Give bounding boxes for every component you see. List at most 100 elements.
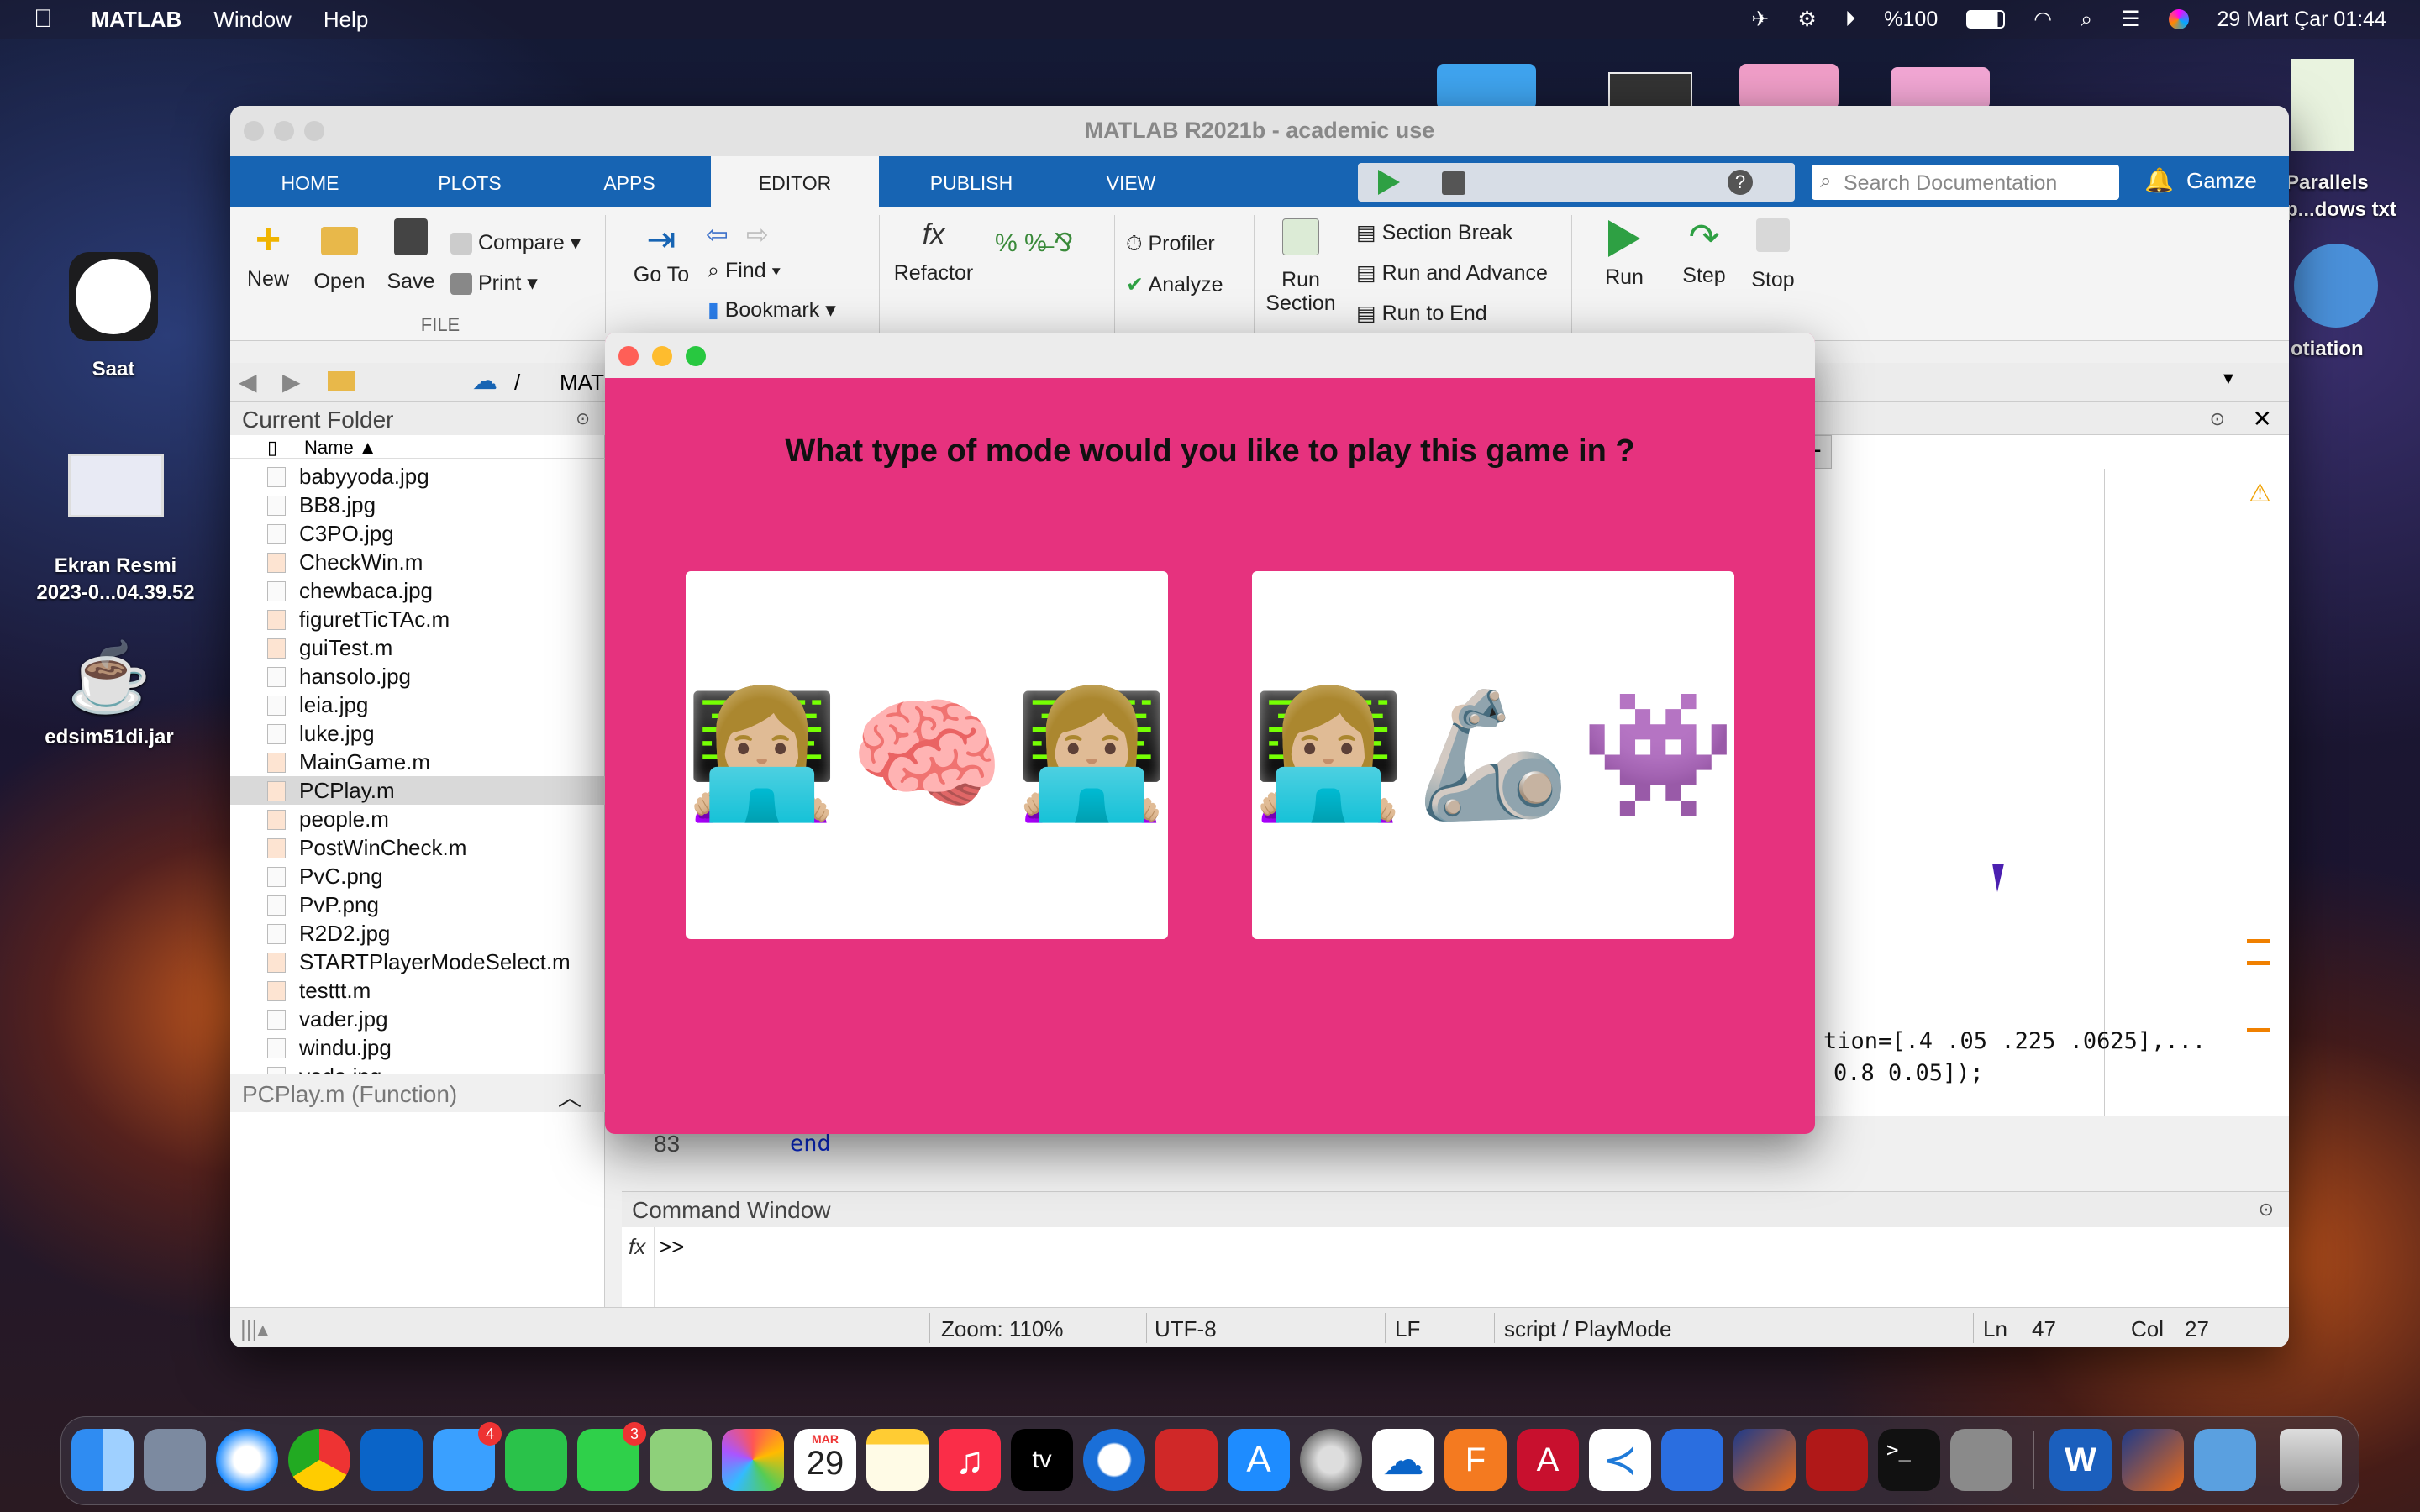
wifi-icon[interactable]: ◠ bbox=[2033, 7, 2052, 32]
chevron-up-icon[interactable]: ︿ bbox=[558, 1079, 581, 1113]
warning-marker[interactable] bbox=[2247, 939, 2270, 943]
run-advance-button[interactable]: ▤ Run and Advance bbox=[1356, 260, 1548, 286]
file-list-item[interactable]: PvP.png bbox=[230, 890, 605, 919]
settings-icon[interactable]: ⚙ bbox=[1797, 7, 1816, 32]
folder-up-icon[interactable] bbox=[328, 371, 355, 391]
parallels-icon[interactable] bbox=[1806, 1429, 1868, 1491]
airplane-icon[interactable]: ✈ bbox=[1751, 7, 1769, 32]
refactor-button[interactable]: fx Refactor bbox=[887, 218, 980, 286]
desktop-folder-pink-2[interactable] bbox=[1891, 67, 1990, 109]
details-bar[interactable]: PCPlay.m (Function) ︿ bbox=[230, 1074, 605, 1112]
help-icon[interactable]: ? bbox=[1728, 170, 1753, 195]
apple-icon[interactable]:  bbox=[34, 5, 53, 34]
file-list-item[interactable]: MainGame.m bbox=[230, 748, 605, 776]
back-icon[interactable]: ◀ bbox=[239, 368, 257, 396]
panel-menu-icon[interactable]: ⊙ bbox=[2210, 408, 2225, 430]
mail-icon[interactable]: 4 bbox=[433, 1422, 502, 1491]
panel-menu-icon[interactable]: ⊙ bbox=[2259, 1199, 2274, 1221]
name-column-header[interactable]: ▯ Name ▲ bbox=[230, 435, 605, 459]
battery-icon[interactable] bbox=[1966, 10, 2006, 29]
file-list-item[interactable]: figuretTicTAc.m bbox=[230, 605, 605, 633]
close-button[interactable] bbox=[244, 121, 264, 141]
minimize-button[interactable] bbox=[274, 121, 294, 141]
system-preferences-icon[interactable] bbox=[1300, 1429, 1362, 1491]
desktop-icon-parallels[interactable]: Parallels p...dows txt bbox=[2282, 59, 2420, 223]
tab-editor[interactable]: EDITOR bbox=[711, 156, 879, 207]
finder-icon[interactable] bbox=[71, 1429, 134, 1491]
warning-icon[interactable]: ⚠ bbox=[2249, 479, 2271, 508]
zoom-button[interactable] bbox=[304, 121, 324, 141]
command-prompt[interactable]: >> bbox=[659, 1234, 684, 1260]
desktop-icon-clock[interactable]: Saat bbox=[59, 252, 168, 381]
save-button[interactable]: Save bbox=[381, 218, 440, 294]
calendar-icon[interactable]: MAR 29 bbox=[794, 1429, 856, 1491]
new-button[interactable]: + New bbox=[239, 218, 297, 291]
compare-button[interactable]: Compare ▾ bbox=[450, 230, 581, 255]
preview-icon[interactable] bbox=[2194, 1429, 2256, 1491]
step-button[interactable]: ↷ Step bbox=[1670, 218, 1738, 288]
run-to-end-button[interactable]: ▤ Run to End bbox=[1356, 301, 1487, 326]
fusion360-icon[interactable]: F bbox=[1444, 1429, 1507, 1491]
file-list-item[interactable]: windu.jpg bbox=[230, 1033, 605, 1062]
stop-button[interactable]: Stop bbox=[1743, 218, 1803, 292]
command-window[interactable]: Command Window ⊙ fx >> bbox=[622, 1191, 2289, 1310]
play-icon[interactable]: ⏵ bbox=[1845, 8, 1856, 32]
desktop-icon-jar[interactable]: ☕ edsim51di.jar bbox=[34, 638, 185, 749]
bookmark-button[interactable]: ▮ Bookmark ▾ bbox=[708, 297, 836, 323]
file-list-item[interactable]: luke.jpg bbox=[230, 719, 605, 748]
outlook-icon[interactable] bbox=[360, 1429, 423, 1491]
fx-icon[interactable]: fx bbox=[629, 1234, 645, 1260]
search-icon[interactable]: ⌕ bbox=[2081, 8, 2092, 32]
user-menu[interactable]: Gamze bbox=[2186, 168, 2257, 194]
word-icon[interactable]: W bbox=[2049, 1429, 2112, 1491]
tab-publish[interactable]: PUBLISH bbox=[879, 156, 1064, 207]
file-list-item[interactable]: C3PO.jpg bbox=[230, 519, 605, 548]
desktop-icon-negotiation[interactable]: otiation bbox=[2282, 244, 2420, 361]
menu-window[interactable]: Window bbox=[213, 7, 291, 33]
trash-icon[interactable] bbox=[2280, 1429, 2342, 1491]
tab-view[interactable]: VIEW bbox=[1064, 156, 1198, 207]
path-dropdown-icon[interactable]: ▼ bbox=[2220, 370, 2237, 389]
photos-icon[interactable] bbox=[722, 1429, 784, 1491]
path-segment[interactable]: MAT bbox=[560, 370, 604, 396]
analyze-button[interactable]: ✔ Analyze bbox=[1126, 272, 1223, 297]
menu-app-name[interactable]: MATLAB bbox=[92, 7, 182, 33]
file-list-item[interactable]: BB8.jpg bbox=[230, 491, 605, 519]
warning-marker[interactable] bbox=[2247, 961, 2270, 965]
desktop-screenshot-thumb[interactable] bbox=[1608, 72, 1692, 109]
file-list-item[interactable]: PCPlay.m bbox=[230, 776, 605, 805]
music-icon[interactable]: ♫ bbox=[939, 1429, 1001, 1491]
back-arrow-icon[interactable]: ⇦ bbox=[706, 218, 729, 250]
quicktime-icon[interactable] bbox=[1083, 1429, 1145, 1491]
matlab-icon[interactable] bbox=[1733, 1429, 1796, 1491]
clock-text[interactable]: 29 Mart Çar 01:44 bbox=[2217, 8, 2387, 32]
player-vs-player-button[interactable]: 👩🏼‍💻 🧠 👩🏼‍💻 bbox=[685, 571, 1169, 939]
file-list-item[interactable]: R2D2.jpg bbox=[230, 919, 605, 948]
notes-icon[interactable] bbox=[866, 1429, 929, 1491]
code-line-2[interactable]: 0.8 0.05]); bbox=[1833, 1060, 1984, 1086]
desktop-folder-pink[interactable] bbox=[1739, 64, 1839, 109]
tab-apps[interactable]: APPS bbox=[550, 156, 709, 207]
code-line-1[interactable]: tion=[.4 .05 .225 .0625],... bbox=[1823, 1028, 2206, 1054]
launchpad-icon[interactable] bbox=[144, 1429, 206, 1491]
open-button[interactable]: Open bbox=[308, 218, 371, 294]
bell-icon[interactable]: 🔔 bbox=[2144, 166, 2174, 194]
cloud-icon[interactable]: ☁ bbox=[472, 366, 497, 396]
dialog-titlebar[interactable] bbox=[605, 333, 1815, 378]
facetime-icon[interactable] bbox=[505, 1429, 567, 1491]
photo-booth-icon[interactable] bbox=[1155, 1429, 1218, 1491]
run-section-button[interactable]: Run Section bbox=[1257, 218, 1344, 315]
control-center-icon[interactable]: ☰ bbox=[2121, 7, 2139, 32]
file-list-item[interactable]: babyyoda.jpg bbox=[230, 462, 605, 491]
forward-arrow-icon[interactable]: ⇨ bbox=[746, 218, 769, 250]
screenshot-icon[interactable] bbox=[1950, 1429, 2012, 1491]
file-list-item[interactable]: PvC.png bbox=[230, 862, 605, 890]
panel-menu-icon[interactable]: ⊙ bbox=[576, 408, 590, 429]
vscode-icon[interactable]: ≺ bbox=[1589, 1429, 1651, 1491]
tab-plots[interactable]: PLOTS bbox=[390, 156, 550, 207]
file-list-item[interactable]: CheckWin.m bbox=[230, 548, 605, 576]
search-documentation[interactable]: ⌕ Search Documentation bbox=[1812, 165, 2119, 200]
menu-help[interactable]: Help bbox=[324, 7, 368, 33]
desktop-folder-blue[interactable] bbox=[1437, 64, 1536, 109]
file-list-item[interactable]: chewbaca.jpg bbox=[230, 576, 605, 605]
